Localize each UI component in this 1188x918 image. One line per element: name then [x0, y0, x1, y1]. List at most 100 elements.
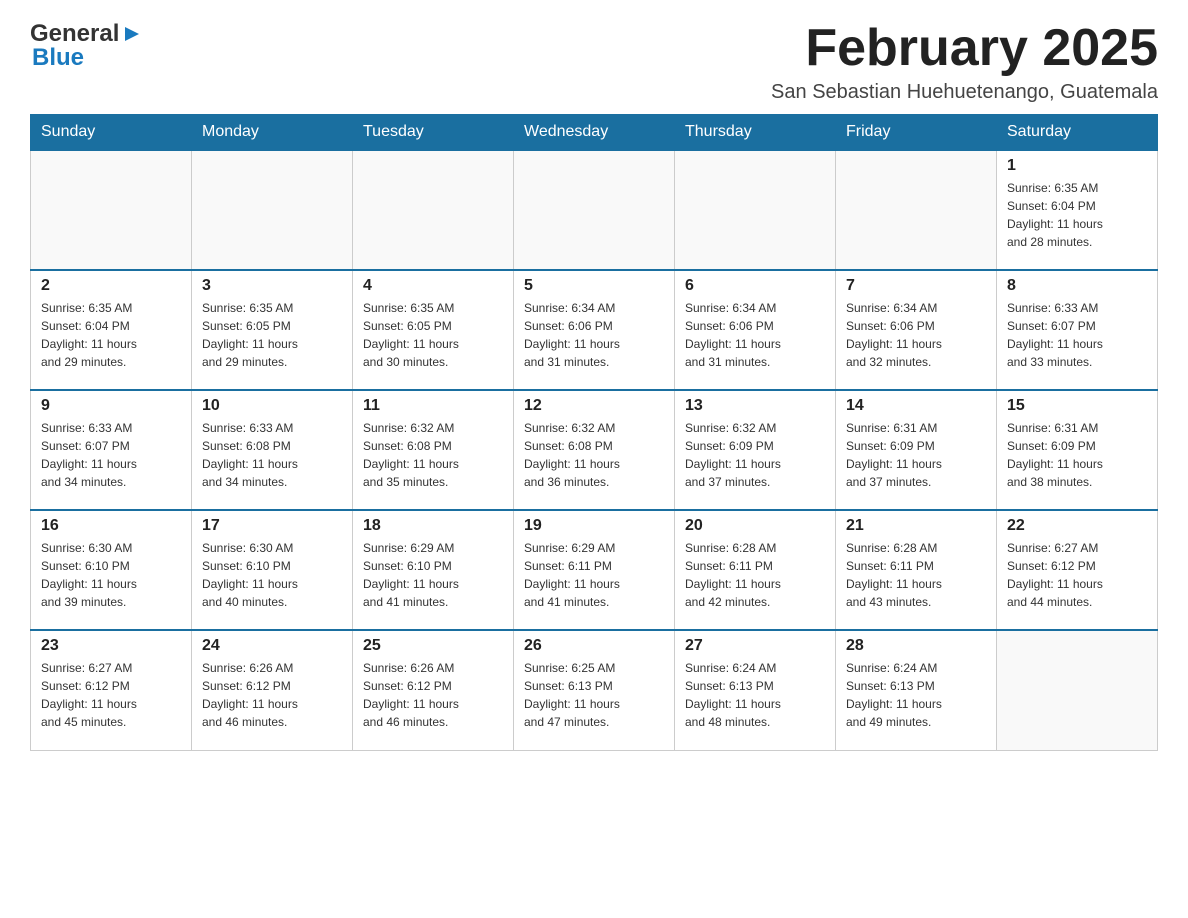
- week-row-4: 16 Sunrise: 6:30 AM Sunset: 6:10 PM Dayli…: [31, 510, 1158, 630]
- day-info: Sunrise: 6:32 AM Sunset: 6:08 PM Dayligh…: [524, 419, 664, 491]
- header-day-thursday: Thursday: [675, 115, 836, 151]
- header-day-sunday: Sunday: [31, 115, 192, 151]
- calendar-cell: 21 Sunrise: 6:28 AM Sunset: 6:11 PM Dayli…: [836, 510, 997, 630]
- calendar-cell: 24Sunrise: 6:26 AM Sunset: 6:12 PM Dayli…: [192, 630, 353, 750]
- calendar-subtitle: San Sebastian Huehuetenango, Guatemala: [771, 81, 1158, 104]
- day-number: 21: [846, 517, 986, 535]
- day-number: 6: [685, 277, 825, 295]
- day-info: Sunrise: 6:30 AM Sunset: 6:10 PM Dayligh…: [41, 539, 181, 611]
- day-info: Sunrise: 6:33 AM Sunset: 6:07 PM Dayligh…: [1007, 299, 1147, 371]
- calendar-table: SundayMondayTuesdayWednesdayThursdayFrid…: [30, 114, 1158, 751]
- calendar-cell: [192, 150, 353, 270]
- title-section: February 2025 San Sebastian Huehuetenang…: [771, 20, 1158, 104]
- week-row-3: 9 Sunrise: 6:33 AM Sunset: 6:07 PM Daylig…: [31, 390, 1158, 510]
- day-number: 19: [524, 517, 664, 535]
- calendar-cell: [31, 150, 192, 270]
- day-info: Sunrise: 6:25 AM Sunset: 6:13 PM Dayligh…: [524, 659, 664, 731]
- day-number: 27: [685, 637, 825, 655]
- day-number: 25: [363, 637, 503, 655]
- day-number: 16: [41, 517, 181, 535]
- header-day-tuesday: Tuesday: [353, 115, 514, 151]
- day-number: 14: [846, 397, 986, 415]
- day-number: 8: [1007, 277, 1147, 295]
- calendar-cell: 28 Sunrise: 6:24 AM Sunset: 6:13 PM Dayli…: [836, 630, 997, 750]
- calendar-cell: 2 Sunrise: 6:35 AM Sunset: 6:04 PM Daylig…: [31, 270, 192, 390]
- day-number: 12: [524, 397, 664, 415]
- calendar-cell: 15 Sunrise: 6:31 AM Sunset: 6:09 PM Dayli…: [997, 390, 1158, 510]
- week-row-5: 23Sunrise: 6:27 AM Sunset: 6:12 PM Dayli…: [31, 630, 1158, 750]
- calendar-cell: 6 Sunrise: 6:34 AM Sunset: 6:06 PM Daylig…: [675, 270, 836, 390]
- logo-triangle-icon: [121, 23, 143, 45]
- day-info: Sunrise: 6:33 AM Sunset: 6:07 PM Dayligh…: [41, 419, 181, 491]
- day-number: 28: [846, 637, 986, 655]
- page-header: General Blue February 2025 San Sebastian…: [30, 20, 1158, 104]
- day-number: 7: [846, 277, 986, 295]
- calendar-cell: 9 Sunrise: 6:33 AM Sunset: 6:07 PM Daylig…: [31, 390, 192, 510]
- calendar-cell: 4Sunrise: 6:35 AM Sunset: 6:05 PM Daylig…: [353, 270, 514, 390]
- calendar-title: February 2025: [771, 20, 1158, 77]
- day-number: 11: [363, 397, 503, 415]
- day-info: Sunrise: 6:28 AM Sunset: 6:11 PM Dayligh…: [846, 539, 986, 611]
- day-number: 9: [41, 397, 181, 415]
- day-number: 23: [41, 637, 181, 655]
- day-info: Sunrise: 6:32 AM Sunset: 6:08 PM Dayligh…: [363, 419, 503, 491]
- header-day-wednesday: Wednesday: [514, 115, 675, 151]
- calendar-cell: 14 Sunrise: 6:31 AM Sunset: 6:09 PM Dayli…: [836, 390, 997, 510]
- calendar-cell: 17 Sunrise: 6:30 AM Sunset: 6:10 PM Dayli…: [192, 510, 353, 630]
- day-number: 17: [202, 517, 342, 535]
- calendar-cell: 3 Sunrise: 6:35 AM Sunset: 6:05 PM Daylig…: [192, 270, 353, 390]
- day-number: 1: [1007, 157, 1147, 175]
- day-number: 18: [363, 517, 503, 535]
- calendar-cell: 27 Sunrise: 6:24 AM Sunset: 6:13 PM Dayli…: [675, 630, 836, 750]
- calendar-cell: 8 Sunrise: 6:33 AM Sunset: 6:07 PM Daylig…: [997, 270, 1158, 390]
- day-info: Sunrise: 6:24 AM Sunset: 6:13 PM Dayligh…: [846, 659, 986, 731]
- calendar-cell: 11 Sunrise: 6:32 AM Sunset: 6:08 PM Dayli…: [353, 390, 514, 510]
- day-info: Sunrise: 6:35 AM Sunset: 6:05 PM Dayligh…: [202, 299, 342, 371]
- week-row-2: 2 Sunrise: 6:35 AM Sunset: 6:04 PM Daylig…: [31, 270, 1158, 390]
- day-number: 26: [524, 637, 664, 655]
- day-number: 10: [202, 397, 342, 415]
- logo-text-blue: Blue: [32, 44, 84, 72]
- calendar-cell: [836, 150, 997, 270]
- day-info: Sunrise: 6:24 AM Sunset: 6:13 PM Dayligh…: [685, 659, 825, 731]
- day-number: 3: [202, 277, 342, 295]
- calendar-cell: 12 Sunrise: 6:32 AM Sunset: 6:08 PM Dayli…: [514, 390, 675, 510]
- day-info: Sunrise: 6:29 AM Sunset: 6:10 PM Dayligh…: [363, 539, 503, 611]
- calendar-cell: 23Sunrise: 6:27 AM Sunset: 6:12 PM Dayli…: [31, 630, 192, 750]
- day-info: Sunrise: 6:30 AM Sunset: 6:10 PM Dayligh…: [202, 539, 342, 611]
- day-info: Sunrise: 6:29 AM Sunset: 6:11 PM Dayligh…: [524, 539, 664, 611]
- logo: General Blue: [30, 20, 143, 72]
- header-row: SundayMondayTuesdayWednesdayThursdayFrid…: [31, 115, 1158, 151]
- calendar-cell: 18 Sunrise: 6:29 AM Sunset: 6:10 PM Dayli…: [353, 510, 514, 630]
- day-info: Sunrise: 6:34 AM Sunset: 6:06 PM Dayligh…: [524, 299, 664, 371]
- day-info: Sunrise: 6:26 AM Sunset: 6:12 PM Dayligh…: [202, 659, 342, 731]
- day-info: Sunrise: 6:33 AM Sunset: 6:08 PM Dayligh…: [202, 419, 342, 491]
- calendar-cell: [514, 150, 675, 270]
- header-day-monday: Monday: [192, 115, 353, 151]
- calendar-cell: [675, 150, 836, 270]
- day-number: 13: [685, 397, 825, 415]
- day-info: Sunrise: 6:27 AM Sunset: 6:12 PM Dayligh…: [1007, 539, 1147, 611]
- day-info: Sunrise: 6:35 AM Sunset: 6:04 PM Dayligh…: [41, 299, 181, 371]
- day-info: Sunrise: 6:31 AM Sunset: 6:09 PM Dayligh…: [1007, 419, 1147, 491]
- day-number: 22: [1007, 517, 1147, 535]
- header-day-saturday: Saturday: [997, 115, 1158, 151]
- day-number: 15: [1007, 397, 1147, 415]
- week-row-1: 1Sunrise: 6:35 AM Sunset: 6:04 PM Daylig…: [31, 150, 1158, 270]
- calendar-cell: 1Sunrise: 6:35 AM Sunset: 6:04 PM Daylig…: [997, 150, 1158, 270]
- day-info: Sunrise: 6:31 AM Sunset: 6:09 PM Dayligh…: [846, 419, 986, 491]
- calendar-cell: 7 Sunrise: 6:34 AM Sunset: 6:06 PM Daylig…: [836, 270, 997, 390]
- calendar-cell: 10 Sunrise: 6:33 AM Sunset: 6:08 PM Dayli…: [192, 390, 353, 510]
- calendar-cell: 26 Sunrise: 6:25 AM Sunset: 6:13 PM Dayli…: [514, 630, 675, 750]
- day-number: 20: [685, 517, 825, 535]
- calendar-cell: [353, 150, 514, 270]
- calendar-cell: 25 Sunrise: 6:26 AM Sunset: 6:12 PM Dayli…: [353, 630, 514, 750]
- calendar-cell: 5Sunrise: 6:34 AM Sunset: 6:06 PM Daylig…: [514, 270, 675, 390]
- day-info: Sunrise: 6:34 AM Sunset: 6:06 PM Dayligh…: [846, 299, 986, 371]
- day-info: Sunrise: 6:26 AM Sunset: 6:12 PM Dayligh…: [363, 659, 503, 731]
- calendar-cell: 20Sunrise: 6:28 AM Sunset: 6:11 PM Dayli…: [675, 510, 836, 630]
- calendar-cell: 13Sunrise: 6:32 AM Sunset: 6:09 PM Dayli…: [675, 390, 836, 510]
- header-day-friday: Friday: [836, 115, 997, 151]
- day-info: Sunrise: 6:34 AM Sunset: 6:06 PM Dayligh…: [685, 299, 825, 371]
- day-number: 2: [41, 277, 181, 295]
